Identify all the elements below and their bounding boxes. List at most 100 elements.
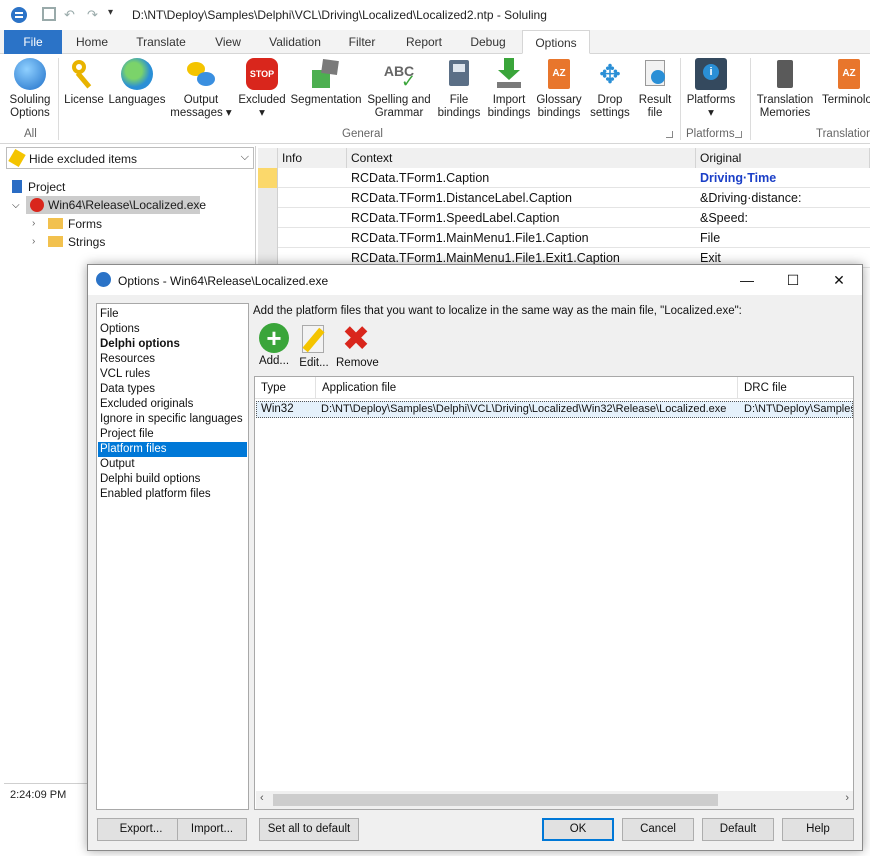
- nav-item-vcl-rules[interactable]: VCL rules: [98, 367, 247, 382]
- nav-item-delphi-build-options[interactable]: Delphi build options: [98, 472, 247, 487]
- tree-item-project[interactable]: Project: [12, 180, 65, 194]
- grid-cell-context: RCData.TForm1.MainMenu1.File1.Caption: [351, 231, 589, 245]
- import-bindings-button[interactable]: Import bindings: [484, 58, 534, 120]
- spellcheck-icon: ABC ✓: [383, 63, 417, 91]
- tab-options[interactable]: Options: [522, 30, 590, 54]
- column-header-application-file[interactable]: Application file: [316, 377, 738, 399]
- excluded-button[interactable]: STOP Excluded ▾: [236, 58, 288, 120]
- platforms-group-launcher-icon[interactable]: [735, 131, 742, 138]
- close-button[interactable]: ✕: [816, 265, 862, 295]
- save-icon[interactable]: [42, 7, 56, 21]
- file-bindings-label: File bindings: [437, 94, 481, 119]
- grid-row[interactable]: RCData.TForm1.MainMenu1.File1.Caption Fi…: [258, 228, 870, 248]
- nav-item-excluded-originals[interactable]: Excluded originals: [98, 397, 247, 412]
- filter-dropdown[interactable]: Hide excluded items ⌵: [6, 147, 254, 169]
- export-button[interactable]: Export...: [97, 818, 185, 841]
- import-button[interactable]: Import...: [177, 818, 247, 841]
- tree-expand-icon[interactable]: ›: [32, 236, 35, 247]
- undo-icon[interactable]: ↶: [64, 7, 75, 23]
- tab-filter[interactable]: Filter: [338, 30, 386, 54]
- languages-label: Languages: [108, 94, 166, 106]
- terminology-button[interactable]: AZ Terminolo: [822, 58, 870, 107]
- grid-row-marker: [258, 208, 278, 228]
- general-group-launcher-icon[interactable]: [666, 131, 673, 138]
- tab-file[interactable]: File: [4, 30, 62, 54]
- grid-row[interactable]: RCData.TForm1.SpeedLabel.Caption &Speed:: [258, 208, 870, 228]
- set-all-default-button[interactable]: Set all to default: [259, 818, 359, 841]
- tab-debug[interactable]: Debug: [462, 30, 514, 54]
- scroll-left-icon[interactable]: ‹: [260, 792, 264, 804]
- tree-expand-icon[interactable]: ›: [32, 218, 35, 229]
- edit-button[interactable]: Edit...: [294, 323, 334, 369]
- result-file-button[interactable]: Result file: [634, 58, 676, 120]
- segmentation-icon: [310, 58, 342, 90]
- nav-item-delphi-options[interactable]: Delphi options: [98, 337, 247, 352]
- nav-item-enabled-platform-files[interactable]: Enabled platform files: [98, 487, 247, 502]
- nav-item-options[interactable]: Options: [98, 322, 247, 337]
- spelling-grammar-button[interactable]: ABC ✓ Spelling and Grammar: [366, 58, 432, 120]
- tab-report[interactable]: Report: [398, 30, 450, 54]
- drop-settings-button[interactable]: ✥ Drop settings: [586, 58, 634, 120]
- default-button[interactable]: Default: [702, 818, 774, 841]
- ribbon-group-general: General: [342, 128, 383, 140]
- help-button[interactable]: Help: [782, 818, 854, 841]
- scroll-right-icon[interactable]: ›: [845, 792, 849, 804]
- nav-item-ignore-languages[interactable]: Ignore in specific languages: [98, 412, 247, 427]
- grid-header-context[interactable]: Context: [347, 148, 696, 168]
- file-bindings-icon: [443, 58, 475, 90]
- languages-button[interactable]: Languages: [108, 58, 166, 107]
- maximize-button[interactable]: ☐: [770, 265, 816, 295]
- platforms-button[interactable]: i Platforms ▾: [684, 58, 738, 120]
- grid-header-info[interactable]: Info: [278, 148, 347, 168]
- terminology-label: Terminolo: [822, 94, 870, 106]
- tab-translate[interactable]: Translate: [128, 30, 194, 54]
- nav-item-output[interactable]: Output: [98, 457, 247, 472]
- horizontal-scrollbar[interactable]: ‹ ›: [256, 791, 853, 809]
- column-header-type[interactable]: Type: [255, 377, 316, 399]
- platform-files-table: Type Application file DRC file Win32 D:\…: [254, 376, 854, 810]
- tab-view[interactable]: View: [206, 30, 250, 54]
- glossary-bindings-label: Glossary bindings: [536, 94, 582, 119]
- scrollbar-thumb[interactable]: [273, 794, 718, 806]
- dialog-title: Options - Win64\Release\Localized.exe: [118, 274, 329, 288]
- earth-icon: [121, 58, 153, 90]
- segmentation-button[interactable]: Segmentation: [290, 58, 362, 107]
- tree-item-strings[interactable]: Strings: [48, 235, 105, 249]
- filter-dropdown-value: Hide excluded items: [29, 152, 138, 166]
- nav-item-platform-files[interactable]: Platform files: [98, 442, 247, 457]
- ribbon-tabs: File Home Translate View Validation Filt…: [0, 30, 870, 54]
- license-button[interactable]: License: [62, 58, 106, 107]
- remove-button[interactable]: ✖ Remove: [336, 322, 379, 369]
- translation-memories-button[interactable]: Translation Memories: [754, 58, 816, 120]
- grid-cell-context: RCData.TForm1.SpeedLabel.Caption: [351, 211, 560, 225]
- nav-item-project-file[interactable]: Project file: [98, 427, 247, 442]
- cancel-button[interactable]: Cancel: [622, 818, 694, 841]
- grid-header-original[interactable]: Original: [696, 148, 870, 168]
- file-bindings-button[interactable]: File bindings: [434, 58, 484, 120]
- tree-item-exe[interactable]: Win64\Release\Localized.exe: [26, 196, 206, 214]
- glossary-bindings-button[interactable]: AZ Glossary bindings: [534, 58, 584, 120]
- tab-home[interactable]: Home: [66, 30, 118, 54]
- nav-item-data-types[interactable]: Data types: [98, 382, 247, 397]
- add-button[interactable]: + Add...: [254, 323, 294, 367]
- grid-row[interactable]: RCData.TForm1.Caption Driving·Time: [258, 168, 870, 188]
- nav-item-resources[interactable]: Resources: [98, 352, 247, 367]
- tree-expand-icon[interactable]: ⌵: [12, 200, 20, 211]
- redo-icon[interactable]: ↷: [87, 7, 98, 23]
- output-messages-button[interactable]: Output messages ▾: [170, 58, 232, 120]
- soluling-options-button[interactable]: Soluling Options: [6, 58, 54, 120]
- column-header-drc-file[interactable]: DRC file: [738, 377, 853, 399]
- grid-row[interactable]: RCData.TForm1.DistanceLabel.Caption &Dri…: [258, 188, 870, 208]
- tab-validation[interactable]: Validation: [262, 30, 328, 54]
- spelling-grammar-label: Spelling and Grammar: [367, 94, 431, 119]
- tree-item-forms[interactable]: Forms: [48, 217, 102, 231]
- nav-item-file[interactable]: File: [98, 307, 247, 322]
- chevron-down-icon: ⌵: [240, 151, 249, 163]
- ok-button[interactable]: OK: [542, 818, 614, 841]
- quick-access-dropdown-icon[interactable]: ▾: [108, 7, 113, 18]
- result-file-label: Result file: [638, 94, 672, 119]
- edit-icon: [298, 323, 330, 355]
- minimize-button[interactable]: —: [724, 265, 770, 295]
- table-cell-application-file: D:\NT\Deploy\Samples\Delphi\VCL\Driving\…: [321, 403, 727, 415]
- import-bindings-label: Import bindings: [487, 94, 531, 119]
